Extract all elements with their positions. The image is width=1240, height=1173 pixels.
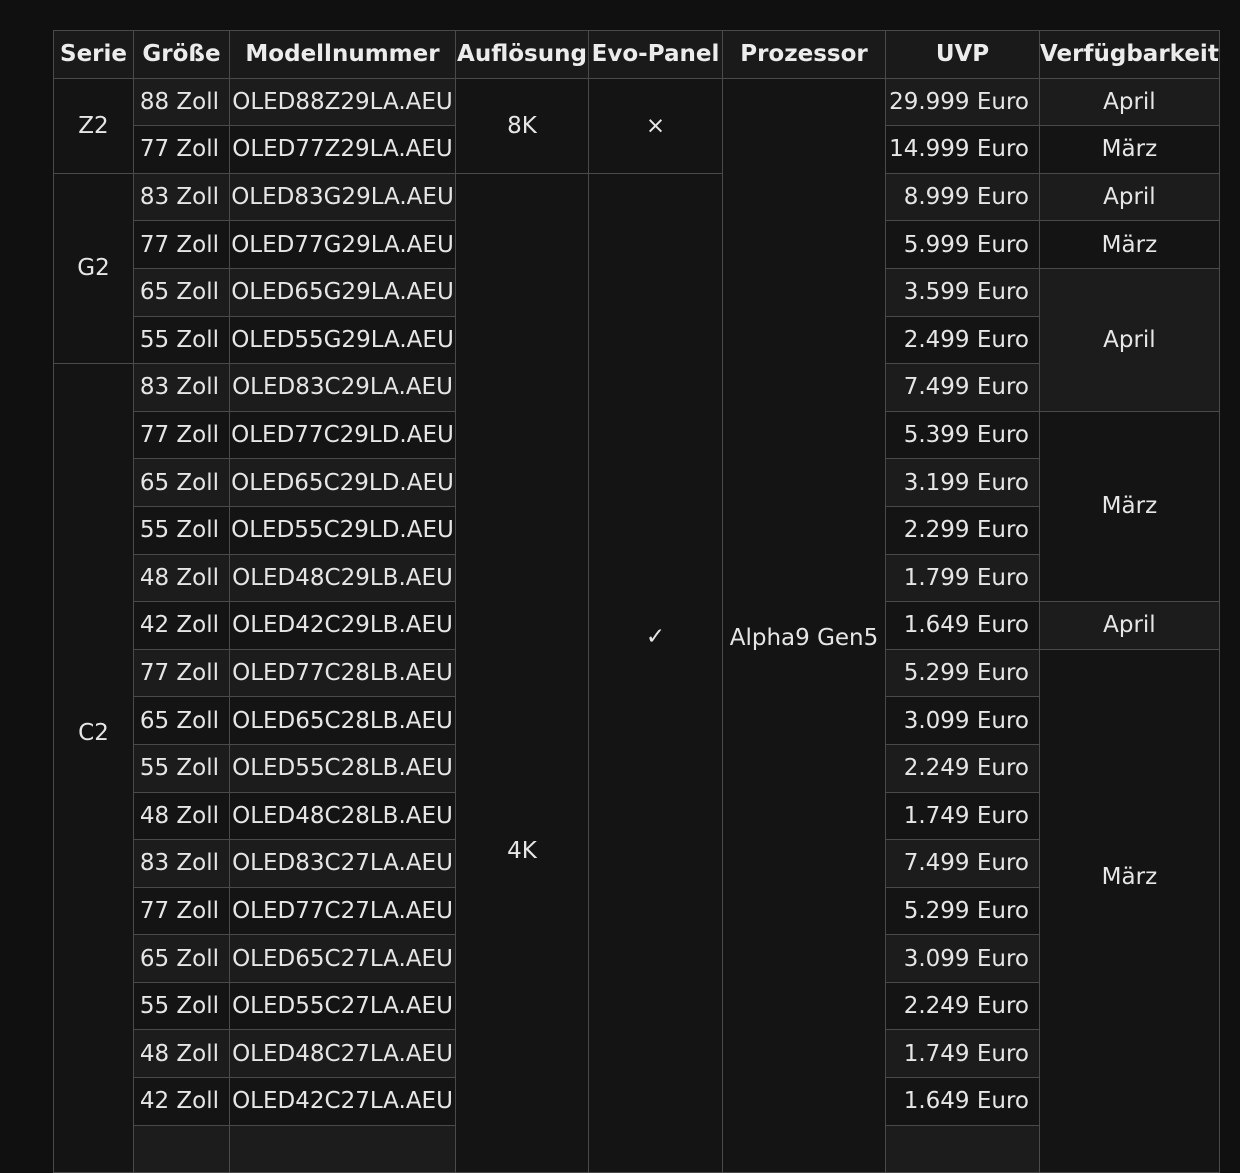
price-cell: 5.299 Euro <box>885 648 1040 698</box>
size-cell: 42 Zoll <box>133 601 230 650</box>
price-cell: 1.649 Euro <box>885 601 1040 650</box>
product-table: Serie Größe Modellnummer Auflösung Evo-P… <box>53 30 1220 1173</box>
price-cell: 3.599 Euro <box>885 267 1040 317</box>
serie-z2: Z2 <box>53 77 134 174</box>
model-cell: OLED55G29LA.AEU <box>229 315 456 365</box>
price-cell: 1.749 Euro <box>885 791 1040 841</box>
table-row: Z2 88 Zoll OLED88Z29LA.AEU 8K × Alpha9 G… <box>53 77 1220 1173</box>
availability-cell: März <box>1039 410 1220 603</box>
header-uvp: UVP <box>885 30 1040 79</box>
model-cell: OLED65C28LB.AEU <box>229 696 456 745</box>
size-cell: 88 Zoll <box>133 77 230 127</box>
price-cell: 3.099 Euro <box>885 934 1040 983</box>
model-cell: OLED55C27LA.AEU <box>229 981 456 1031</box>
price-cell: 5.999 Euro <box>885 220 1040 269</box>
price-cell: 7.499 Euro <box>885 839 1040 888</box>
model-cell: OLED48C29LB.AEU <box>229 553 456 603</box>
table-row: G2 83 Zoll OLED83G29LA.AEU 4K ✓ 8.999 Eu… <box>53 172 1220 1173</box>
model-cell: OLED55C29LD.AEU <box>229 505 456 555</box>
size-cell: 77 Zoll <box>133 886 230 936</box>
header-verfuegbarkeit: Verfügbarkeit <box>1039 30 1220 79</box>
price-cell: 1.649 Euro <box>885 1077 1040 1126</box>
size-cell: 65 Zoll <box>133 267 230 317</box>
availability-cell: März <box>1039 125 1220 174</box>
size-cell: 77 Zoll <box>133 410 230 460</box>
size-cell: 77 Zoll <box>133 220 230 269</box>
model-cell: OLED77C28LB.AEU <box>229 648 456 698</box>
price-cell: 29.999 Euro <box>885 77 1040 127</box>
header-serie: Serie <box>53 30 134 79</box>
model-cell <box>229 1124 456 1173</box>
serie-c2: C2 <box>53 363 134 1173</box>
model-cell: OLED48C27LA.AEU <box>229 1029 456 1079</box>
price-cell: 2.299 Euro <box>885 505 1040 555</box>
processor-cell: Alpha9 Gen5 <box>722 77 886 1173</box>
model-cell: OLED83G29LA.AEU <box>229 172 456 222</box>
price-cell: 8.999 Euro <box>885 172 1040 222</box>
size-cell: 42 Zoll <box>133 1077 230 1126</box>
evo-panel-yes: ✓ <box>588 172 723 1173</box>
size-cell <box>133 1124 230 1173</box>
size-cell: 77 Zoll <box>133 648 230 698</box>
size-cell: 65 Zoll <box>133 934 230 983</box>
price-cell: 2.249 Euro <box>885 981 1040 1031</box>
size-cell: 55 Zoll <box>133 743 230 793</box>
availability-cell: April <box>1039 77 1220 127</box>
price-cell: 5.399 Euro <box>885 410 1040 460</box>
table-container: Serie Größe Modellnummer Auflösung Evo-P… <box>53 30 1220 1173</box>
model-cell: OLED42C29LB.AEU <box>229 601 456 650</box>
header-groesse: Größe <box>133 30 230 79</box>
model-cell: OLED65C29LD.AEU <box>229 458 456 507</box>
model-cell: OLED83C27LA.AEU <box>229 839 456 888</box>
model-cell: OLED77G29LA.AEU <box>229 220 456 269</box>
serie-g2: G2 <box>53 172 134 365</box>
evo-panel-no: × <box>588 77 723 174</box>
price-cell: 1.799 Euro <box>885 553 1040 603</box>
model-cell: OLED42C27LA.AEU <box>229 1077 456 1126</box>
model-cell: OLED77C29LD.AEU <box>229 410 456 460</box>
availability-cell: März <box>1039 648 1220 1173</box>
price-cell: 3.199 Euro <box>885 458 1040 507</box>
header-evo-panel: Evo-Panel <box>588 30 723 79</box>
model-cell: OLED65G29LA.AEU <box>229 267 456 317</box>
header-row: Serie Größe Modellnummer Auflösung Evo-P… <box>53 30 1220 79</box>
size-cell: 55 Zoll <box>133 315 230 365</box>
availability-cell: März <box>1039 220 1220 269</box>
price-cell: 5.299 Euro <box>885 886 1040 936</box>
availability-cell: April <box>1039 601 1220 650</box>
size-cell: 48 Zoll <box>133 1029 230 1079</box>
size-cell: 65 Zoll <box>133 458 230 507</box>
price-cell <box>885 1124 1040 1173</box>
size-cell: 83 Zoll <box>133 172 230 222</box>
size-cell: 55 Zoll <box>133 505 230 555</box>
model-cell: OLED88Z29LA.AEU <box>229 77 456 127</box>
size-cell: 48 Zoll <box>133 553 230 603</box>
price-cell: 2.249 Euro <box>885 743 1040 793</box>
model-cell: OLED48C28LB.AEU <box>229 791 456 841</box>
header-aufloesung: Auflösung <box>455 30 589 79</box>
model-cell: OLED65C27LA.AEU <box>229 934 456 983</box>
model-cell: OLED83C29LA.AEU <box>229 363 456 412</box>
size-cell: 83 Zoll <box>133 363 230 412</box>
size-cell: 77 Zoll <box>133 125 230 174</box>
availability-cell: April <box>1039 267 1220 412</box>
resolution-8k: 8K <box>455 77 589 174</box>
model-cell: OLED77C27LA.AEU <box>229 886 456 936</box>
size-cell: 83 Zoll <box>133 839 230 888</box>
resolution-4k: 4K <box>455 172 589 1173</box>
availability-cell: April <box>1039 172 1220 222</box>
model-cell: OLED77Z29LA.AEU <box>229 125 456 174</box>
price-cell: 1.749 Euro <box>885 1029 1040 1079</box>
header-prozessor: Prozessor <box>722 30 886 79</box>
size-cell: 65 Zoll <box>133 696 230 745</box>
price-cell: 14.999 Euro <box>885 125 1040 174</box>
price-cell: 7.499 Euro <box>885 363 1040 412</box>
size-cell: 55 Zoll <box>133 981 230 1031</box>
price-cell: 2.499 Euro <box>885 315 1040 365</box>
model-cell: OLED55C28LB.AEU <box>229 743 456 793</box>
size-cell: 48 Zoll <box>133 791 230 841</box>
header-modellnummer: Modellnummer <box>229 30 456 79</box>
price-cell: 3.099 Euro <box>885 696 1040 745</box>
